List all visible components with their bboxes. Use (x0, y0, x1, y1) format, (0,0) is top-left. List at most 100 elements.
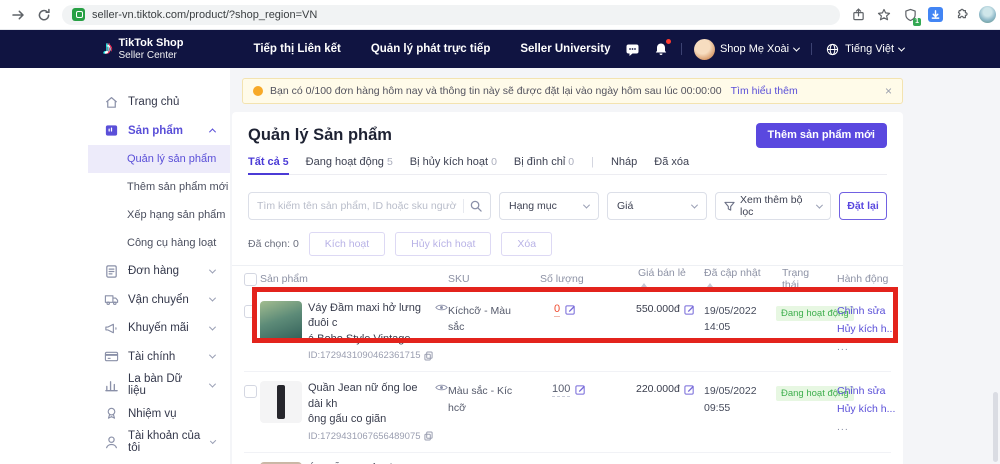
category-select[interactable]: Hạng mục (499, 192, 599, 220)
download-manager-icon[interactable] (928, 7, 943, 22)
nav-item-live-management[interactable]: Quản lý phát trực tiếp (371, 43, 491, 55)
extensions-puzzle-icon[interactable] (953, 7, 969, 23)
refresh-icon[interactable] (36, 7, 52, 23)
tab-all[interactable]: Tất cả5 (248, 156, 289, 168)
price-select[interactable]: Giá (607, 192, 707, 220)
shop-account-menu[interactable]: Shop Mẹ Xoài (694, 39, 799, 60)
sidebar-item-products[interactable]: Sản phẩm (0, 117, 230, 146)
more-actions-link[interactable]: ... (837, 419, 895, 437)
updated-date: 19/05/2022 (704, 383, 762, 399)
nav-divider (811, 43, 812, 55)
sidebar-item-label: Vận chuyển (128, 294, 189, 306)
share-icon[interactable] (850, 7, 866, 23)
banner-close-icon[interactable]: × (885, 84, 892, 98)
search-input[interactable] (257, 200, 457, 212)
price-value: 220.000đ (636, 383, 680, 395)
notifications-bell-icon[interactable] (653, 41, 669, 57)
shop-name: Shop Mẹ Xoài (720, 43, 789, 55)
product-name-cell: Váy Đầm maxi hở lưng đuôi c á Boho Style… (308, 301, 448, 362)
sidebar-item-my-account[interactable]: Tài khoản của tôi (0, 428, 230, 457)
tab-draft[interactable]: Nháp (611, 156, 637, 168)
sidebar-item-promotions[interactable]: Khuyến mãi (0, 314, 230, 343)
tab-deleted[interactable]: Đã xóa (654, 156, 689, 168)
tab-count: 5 (387, 156, 393, 168)
sidebar-item-data-compass[interactable]: La bàn Dữ liệu (0, 371, 230, 400)
table-row: Váy Đầm maxi hở lưng đuôi c á Boho Style… (244, 292, 891, 372)
edit-action-link[interactable]: Chỉnh sửa (837, 303, 895, 321)
nav-item-seller-university[interactable]: Seller University (520, 43, 610, 55)
more-actions-link[interactable]: ... (837, 339, 895, 357)
edit-action-link[interactable]: Chỉnh sửa (837, 383, 895, 401)
delete-button[interactable]: Xóa (501, 232, 552, 256)
sidebar-subitem-add-product[interactable]: Thêm sản phẩm mới (88, 173, 230, 201)
sidebar-item-orders[interactable]: Đơn hàng (0, 257, 230, 286)
product-name-line2[interactable]: ông gấu co giãn (308, 412, 432, 427)
product-image[interactable] (260, 301, 302, 343)
header-updated[interactable]: Đã cập nhật (690, 267, 762, 292)
preview-eye-icon[interactable] (435, 383, 448, 392)
select-all-checkbox[interactable] (244, 273, 257, 286)
product-search-box[interactable] (248, 192, 491, 220)
home-icon (104, 95, 119, 110)
learn-more-link[interactable]: Tìm hiểu thêm (731, 85, 798, 97)
sidebar-item-home[interactable]: Trang chủ (0, 88, 230, 117)
sidebar-item-finance[interactable]: Tài chính (0, 343, 230, 372)
copy-icon[interactable] (424, 431, 433, 441)
deactivate-button[interactable]: Hủy kích hoạt (395, 232, 491, 256)
reset-button[interactable]: Đặt lại (839, 192, 887, 220)
sidebar-item-shipping[interactable]: Vận chuyển (0, 286, 230, 315)
bulk-action-bar: Đã chọn: 0 Kích hoạt Hủy kích hoạt Xóa (248, 232, 887, 256)
copy-icon[interactable] (424, 351, 433, 361)
deactivate-action-link[interactable]: Hủy kích h... (837, 321, 895, 339)
search-divider (463, 199, 464, 213)
product-name-line2[interactable]: á Boho Style Vintage (308, 332, 432, 347)
sidebar-subitem-bulk-tools[interactable]: Công cụ hàng loạt (88, 229, 230, 257)
browser-profile-avatar[interactable] (979, 6, 996, 23)
tab-active[interactable]: Đang hoạt động5 (306, 156, 393, 168)
product-image[interactable] (260, 381, 302, 423)
product-management-card: Quản lý Sản phẩm Thêm sản phẩm mới Tất c… (232, 112, 903, 464)
sidebar-item-missions[interactable]: Nhiệm vụ (0, 400, 230, 429)
language-selector[interactable]: Tiếng Việt (824, 41, 904, 57)
row-checkbox[interactable] (244, 305, 257, 318)
adblock-shield-icon[interactable]: 1 (902, 7, 918, 23)
bar-chart-icon (104, 378, 119, 393)
credit-card-icon (104, 349, 119, 364)
logo-title: TikTok Shop (119, 37, 184, 49)
tab-label: Đang hoạt động (306, 156, 384, 168)
product-name-line1[interactable]: Váy Đầm maxi hở lưng đuôi c (308, 301, 432, 332)
tab-suspended[interactable]: Bị đình chỉ0 (514, 156, 574, 168)
activate-button[interactable]: Kích hoạt (309, 232, 385, 256)
add-product-button[interactable]: Thêm sản phẩm mới (756, 123, 887, 148)
preview-eye-icon[interactable] (435, 303, 448, 312)
sidebar-subitem-manage-products[interactable]: Quản lý sản phẩm (88, 145, 230, 173)
edit-quantity-icon[interactable] (575, 384, 586, 395)
forward-icon[interactable] (10, 7, 26, 23)
price-cell: 550.000đ (610, 301, 690, 315)
sidebar-item-label: Tài chính (128, 351, 175, 363)
search-icon[interactable] (470, 200, 482, 212)
deactivate-action-link[interactable]: Hủy kích h... (837, 401, 895, 419)
sidebar: Trang chủ Sản phẩm Quản lý sản phẩm Thêm… (0, 68, 230, 464)
header-price[interactable]: Giá bán lẻ (610, 267, 690, 292)
address-bar[interactable]: seller-vn.tiktok.com/product/?shop_regio… (62, 5, 840, 25)
quantity-value[interactable]: 0 (554, 303, 560, 317)
chat-icon[interactable] (625, 41, 641, 57)
nav-item-affiliate-marketing[interactable]: Tiếp thị Liên kết (254, 43, 341, 55)
tiktok-shop-logo[interactable]: ♪ TikTok Shop Seller Center (103, 37, 184, 60)
url-text: seller-vn.tiktok.com/product/?shop_regio… (92, 9, 317, 21)
tab-deactivated[interactable]: Bị hủy kích hoạt0 (410, 156, 497, 168)
bookmark-star-icon[interactable] (876, 7, 892, 23)
sidebar-subitem-label: Quản lý sản phẩm (127, 153, 216, 165)
sidebar-subitem-product-ranking[interactable]: Xếp hạng sản phẩm (88, 201, 230, 229)
order-limit-banner: Bạn có 0/100 đơn hàng hôm nay và thông t… (242, 78, 903, 104)
edit-quantity-icon[interactable] (565, 304, 576, 315)
page-scrollbar[interactable] (993, 392, 998, 462)
row-checkbox[interactable] (244, 385, 257, 398)
site-security-icon[interactable] (72, 8, 85, 21)
status-cell: Đang hoạt động (762, 381, 827, 401)
quantity-value[interactable]: 100 (552, 383, 570, 397)
product-name-line1[interactable]: Quần Jean nữ ống loe dài kh (308, 381, 432, 412)
megaphone-icon (104, 321, 119, 336)
more-filters-button[interactable]: Xem thêm bộ lọc (715, 192, 831, 220)
